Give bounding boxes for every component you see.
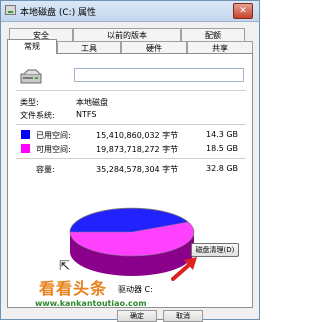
cancel-button[interactable]: 取消 <box>163 310 203 322</box>
ok-button[interactable]: 确定 <box>117 310 157 322</box>
capacity-label: 容量: <box>36 165 55 174</box>
used-space-label: 已用空间: <box>36 131 71 140</box>
type-value: 本地磁盘 <box>76 98 108 107</box>
used-space-swatch <box>21 130 30 139</box>
general-panel: 类型: 本地磁盘 文件系统: NTFS 已用空间: 15,410,860,032… <box>7 53 253 308</box>
tab-general[interactable]: 常规 <box>7 39 57 54</box>
hard-drive-icon <box>20 69 42 84</box>
tab-quota[interactable]: 配额 <box>181 28 245 41</box>
mouse-cursor-icon: ⇱ <box>59 259 70 274</box>
free-space-swatch <box>21 144 30 153</box>
tab-previous-versions[interactable]: 以前的版本 <box>73 28 181 41</box>
window-title: 本地磁盘 (C:) 属性 <box>20 8 97 18</box>
capacity-bytes: 35,284,578,304 字节 <box>96 165 179 174</box>
used-space-bytes: 15,410,860,032 字节 <box>96 131 179 140</box>
type-label: 类型: <box>20 98 39 107</box>
drive-icon-small <box>5 5 16 15</box>
free-space-label: 可用空间: <box>36 145 71 154</box>
watermark-title: 看看头条 <box>39 279 108 298</box>
watermark: 看看头条 www.kankantoutiao.com <box>33 275 193 311</box>
free-space-bytes: 19,873,718,272 字节 <box>96 145 179 154</box>
properties-window: 本地磁盘 (C:) 属性 ✕ 安全 以前的版本 配额 常规 工具 硬件 共享 类… <box>0 0 260 322</box>
title-bar[interactable]: 本地磁盘 (C:) 属性 ✕ <box>1 1 259 22</box>
separator <box>16 158 246 159</box>
separator <box>16 90 246 91</box>
watermark-url: www.kankantoutiao.com <box>35 299 147 308</box>
disk-cleanup-button[interactable]: 磁盘清理(D) <box>191 243 239 257</box>
capacity-size: 32.8 GB <box>206 164 239 173</box>
filesystem-value: NTFS <box>76 110 97 119</box>
free-space-size: 18.5 GB <box>206 144 239 153</box>
used-space-size: 14.3 GB <box>206 130 239 139</box>
close-button[interactable]: ✕ <box>233 3 253 19</box>
drive-name-input[interactable] <box>74 68 244 82</box>
separator <box>16 124 246 125</box>
filesystem-label: 文件系统: <box>20 111 55 120</box>
